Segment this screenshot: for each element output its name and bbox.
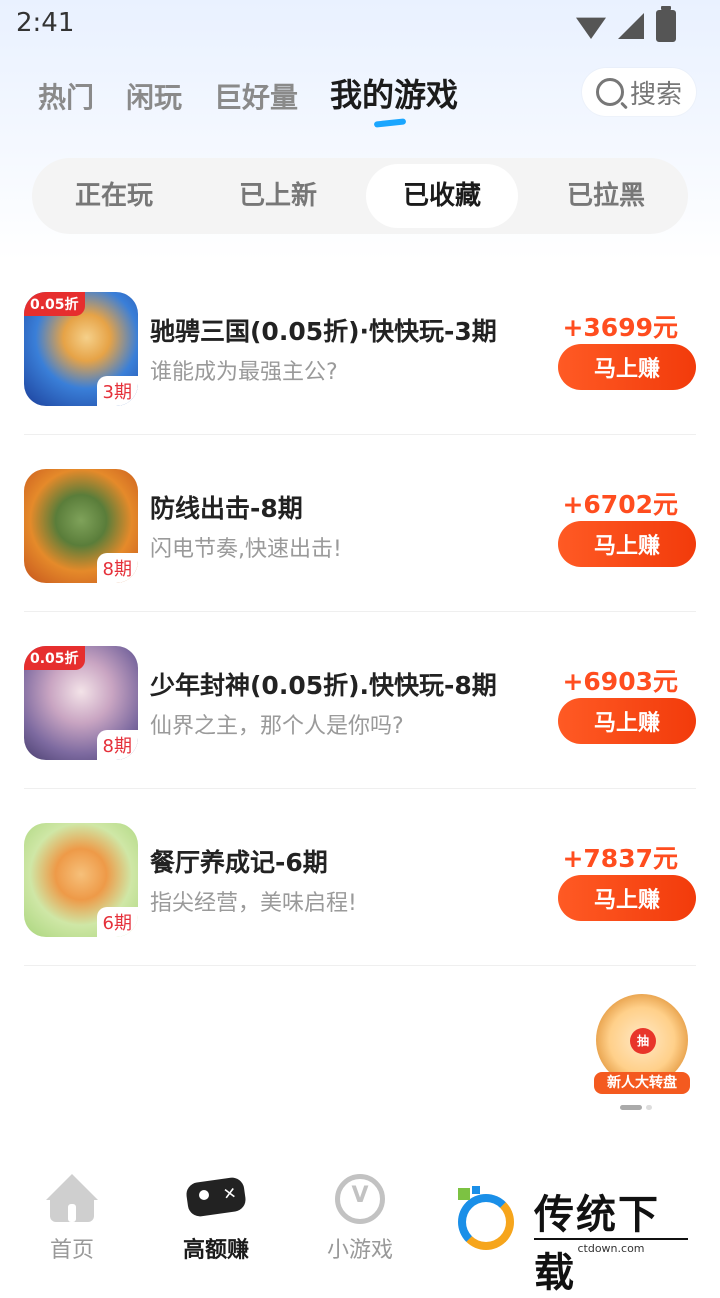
wheel-center: 抽	[630, 1028, 656, 1054]
discount-badge: 0.05折	[24, 292, 85, 316]
search-icon	[595, 78, 624, 106]
reward-amount: +3699元	[562, 313, 678, 342]
wheel-label: 新人大转盘	[594, 1072, 690, 1094]
game-list: 0.05折 3期 驰骋三国(0.05折)·快快玩-3期 谁能成为最强主公? +3…	[24, 258, 696, 966]
earn-now-button[interactable]: 马上赚	[558, 344, 696, 390]
search-label: 搜索	[629, 79, 682, 110]
game-name: 少年封神(0.05折).快快玩-8期	[150, 671, 497, 700]
period-badge: 6期	[96, 907, 138, 937]
watermark-logo: 传统下载 ctdown.com	[450, 1182, 700, 1296]
page-indicator	[620, 1105, 652, 1110]
bottom-tab-label: 首页	[49, 1238, 94, 1263]
reward-amount: +7837元	[562, 844, 678, 873]
watermark-icon	[450, 1186, 522, 1254]
segment-new[interactable]: 已上新	[202, 164, 354, 228]
game-desc: 闪电节奏,快速出击!	[150, 537, 342, 562]
game-icon: 8期	[24, 469, 138, 583]
battery-icon	[656, 6, 676, 42]
period-badge: 8期	[96, 553, 138, 583]
game-desc: 谁能成为最强主公?	[150, 360, 338, 385]
tab-hot[interactable]: 热门	[38, 76, 94, 124]
home-icon	[46, 1174, 98, 1224]
lucky-wheel-widget[interactable]: 抽 新人大转盘	[590, 990, 694, 1098]
game-name: 防线出击-8期	[150, 494, 303, 523]
bottom-tab-home[interactable]: 首页	[12, 1174, 132, 1264]
reward-amount: +6903元	[562, 667, 678, 696]
watermark-url: ctdown.com	[534, 1238, 688, 1255]
discount-badge: 0.05折	[24, 646, 85, 670]
bottom-tab-label: 高额赚	[182, 1238, 249, 1263]
bottom-tab-earn[interactable]: ✕ 高额赚	[156, 1174, 276, 1264]
game-icon: 6期	[24, 823, 138, 937]
reward-amount: +6702元	[562, 490, 678, 519]
list-item[interactable]: 0.05折 3期 驰骋三国(0.05折)·快快玩-3期 谁能成为最强主公? +3…	[24, 258, 696, 435]
game-name: 餐厅养成记-6期	[150, 848, 328, 877]
list-item[interactable]: 8期 防线出击-8期 闪电节奏,快速出击! +6702元 马上赚	[24, 435, 696, 612]
tab-my-games[interactable]: 我的游戏	[330, 70, 458, 124]
tab-big-volume[interactable]: 巨好量	[214, 76, 298, 124]
game-name: 驰骋三国(0.05折)·快快玩-3期	[150, 317, 497, 346]
page-dot	[646, 1105, 652, 1110]
signal-icon	[618, 13, 644, 39]
game-icon: 0.05折 3期	[24, 292, 138, 406]
period-badge: 8期	[96, 730, 138, 760]
earn-now-button[interactable]: 马上赚	[558, 521, 696, 567]
status-icons	[576, 6, 676, 42]
game-desc: 仙界之主，那个人是你吗?	[150, 714, 404, 739]
earn-now-button[interactable]: 马上赚	[558, 698, 696, 744]
search-button[interactable]: 搜索	[582, 68, 696, 116]
earn-now-button[interactable]: 马上赚	[558, 875, 696, 921]
mini-game-icon	[335, 1174, 385, 1224]
gamepad-icon: ✕	[184, 1174, 248, 1224]
segment-playing[interactable]: 正在玩	[38, 164, 190, 228]
segment-control: 正在玩 已上新 已收藏 已拉黑	[32, 158, 688, 234]
top-nav: 热门 闲玩 巨好量 我的游戏	[38, 70, 458, 124]
segment-favorited[interactable]: 已收藏	[366, 164, 518, 228]
bottom-tab-label: 小游戏	[326, 1238, 393, 1263]
list-item[interactable]: 0.05折 8期 少年封神(0.05折).快快玩-8期 仙界之主，那个人是你吗?…	[24, 612, 696, 789]
bottom-tab-mini-games[interactable]: 小游戏	[300, 1174, 420, 1264]
period-badge: 3期	[96, 376, 138, 406]
status-bar: 2:41	[0, 0, 720, 50]
wifi-icon	[576, 17, 606, 39]
list-item[interactable]: 6期 餐厅养成记-6期 指尖经营，美味启程! +7837元 马上赚	[24, 789, 696, 966]
page-dot	[620, 1105, 642, 1110]
status-time: 2:41	[16, 8, 75, 38]
tab-casual[interactable]: 闲玩	[126, 76, 182, 124]
segment-blocked[interactable]: 已拉黑	[530, 164, 682, 228]
game-desc: 指尖经营，美味启程!	[150, 891, 357, 916]
game-icon: 0.05折 8期	[24, 646, 138, 760]
